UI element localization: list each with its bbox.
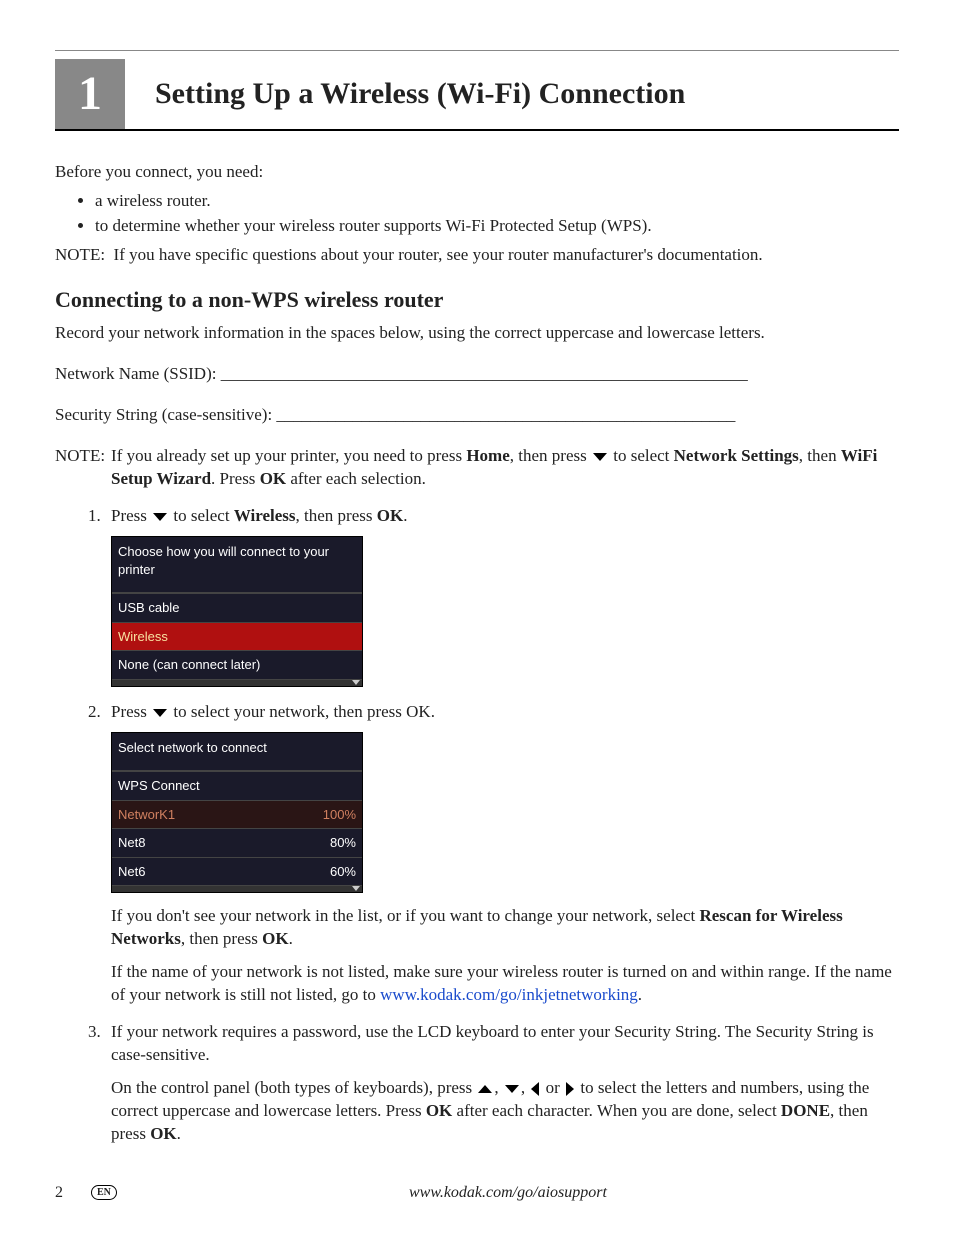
ok-key: OK (260, 469, 286, 488)
t: , then press (510, 446, 591, 465)
footer-url: www.kodak.com/go/aiosupport (117, 1182, 899, 1204)
step-3: If your network requires a password, use… (105, 1021, 899, 1146)
note-label: NOTE: (55, 445, 111, 491)
n: WPS Connect (118, 777, 200, 795)
network-settings-label: Network Settings (674, 446, 799, 465)
lcd-row: WPS Connect (112, 771, 362, 800)
t: , (494, 1078, 503, 1097)
t: If you don't see your network in the lis… (111, 906, 699, 925)
down-arrow-icon (153, 709, 167, 717)
n: NetworK1 (118, 806, 175, 824)
chapter-title: Setting Up a Wireless (Wi-Fi) Connection (155, 74, 685, 115)
v: 60% (330, 863, 356, 881)
t: , (521, 1078, 530, 1097)
note-text: If you already set up your printer, you … (111, 445, 899, 491)
lcd-row-selected: NetworK1 100% (112, 800, 362, 829)
note-text: If you have specific questions about you… (114, 245, 763, 264)
home-key: Home (466, 446, 509, 465)
bullet-item: a wireless router. (95, 190, 899, 213)
lcd-screenshot-2: Select network to connect WPS Connect Ne… (111, 732, 363, 894)
t: , then press (296, 506, 377, 525)
t: . (638, 985, 642, 1004)
chapter-number: 1 (55, 59, 125, 129)
t: . (177, 1124, 181, 1143)
lcd-screenshot-1: Choose how you will connect to your prin… (111, 536, 363, 687)
t: Press (111, 702, 151, 721)
bullet-item: to determine whether your wireless route… (95, 215, 899, 238)
t: , then (799, 446, 841, 465)
v: 100% (323, 806, 356, 824)
t: . Press (211, 469, 260, 488)
right-arrow-icon (566, 1082, 574, 1096)
step-1: Press to select Wireless, then press OK.… (105, 505, 899, 687)
t: Press (111, 506, 151, 525)
down-arrow-icon (153, 513, 167, 521)
ok-key: OK (377, 506, 403, 525)
ok-key: OK (150, 1124, 176, 1143)
lcd-row-selected: Wireless (112, 622, 362, 651)
lcd-scrollbar (112, 679, 362, 686)
lcd-row: None (can connect later) (112, 650, 362, 679)
t: to select your network, then press OK. (169, 702, 435, 721)
lcd-header: Select network to connect (112, 733, 362, 772)
t: . (289, 929, 293, 948)
step-2: Press to select your network, then press… (105, 701, 899, 1007)
up-arrow-icon (478, 1085, 492, 1093)
n: Net6 (118, 863, 145, 881)
chapter-header: 1 Setting Up a Wireless (Wi-Fi) Connecti… (55, 59, 899, 131)
lcd-scrollbar (112, 885, 362, 892)
down-arrow-icon (505, 1085, 519, 1093)
t: after each character. When you are done,… (452, 1101, 781, 1120)
step3-b: On the control panel (both types of keyb… (111, 1077, 899, 1146)
t: On the control panel (both types of keyb… (111, 1078, 476, 1097)
section-heading: Connecting to a non-WPS wireless router (55, 285, 899, 315)
top-rule (55, 50, 899, 51)
n: Net8 (118, 834, 145, 852)
page-footer: 2 EN www.kodak.com/go/aiosupport (55, 1182, 899, 1204)
step2-note-a: If you don't see your network in the lis… (111, 905, 899, 951)
language-badge: EN (91, 1185, 117, 1201)
ok-key: OK (262, 929, 288, 948)
t: to select (169, 506, 234, 525)
intro-bullets: a wireless router. to determine whether … (55, 190, 899, 238)
note-2: NOTE: If you already set up your printer… (55, 445, 899, 491)
t: If you already set up your printer, you … (111, 446, 466, 465)
steps-list: Press to select Wireless, then press OK.… (55, 505, 899, 1146)
t: . (403, 506, 407, 525)
v: 80% (330, 834, 356, 852)
t: after each selection. (286, 469, 426, 488)
ok-key: OK (426, 1101, 452, 1120)
wireless-label: Wireless (234, 506, 296, 525)
lcd-row: Net6 60% (112, 857, 362, 886)
lcd-row: Net8 80% (112, 828, 362, 857)
lcd-header: Choose how you will connect to your prin… (112, 537, 362, 593)
ssid-field: Network Name (SSID): ___________________… (55, 363, 899, 386)
step3-a: If your network requires a password, use… (111, 1021, 899, 1067)
down-arrow-icon (593, 453, 607, 461)
t: , then press (181, 929, 262, 948)
page-number: 2 (55, 1182, 85, 1204)
section-intro: Record your network information in the s… (55, 322, 899, 345)
security-field: Security String (case-sensitive): ______… (55, 404, 899, 427)
left-arrow-icon (531, 1082, 539, 1096)
note-label: NOTE: (55, 245, 105, 264)
networking-link[interactable]: www.kodak.com/go/inkjetnetworking (380, 985, 638, 1004)
intro-text: Before you connect, you need: (55, 161, 899, 184)
step2-note-b: If the name of your network is not liste… (111, 961, 899, 1007)
lcd-row: USB cable (112, 593, 362, 622)
note-1: NOTE: If you have specific questions abo… (55, 244, 899, 267)
done-key: DONE (781, 1101, 830, 1120)
t: or (541, 1078, 564, 1097)
t: to select (609, 446, 674, 465)
